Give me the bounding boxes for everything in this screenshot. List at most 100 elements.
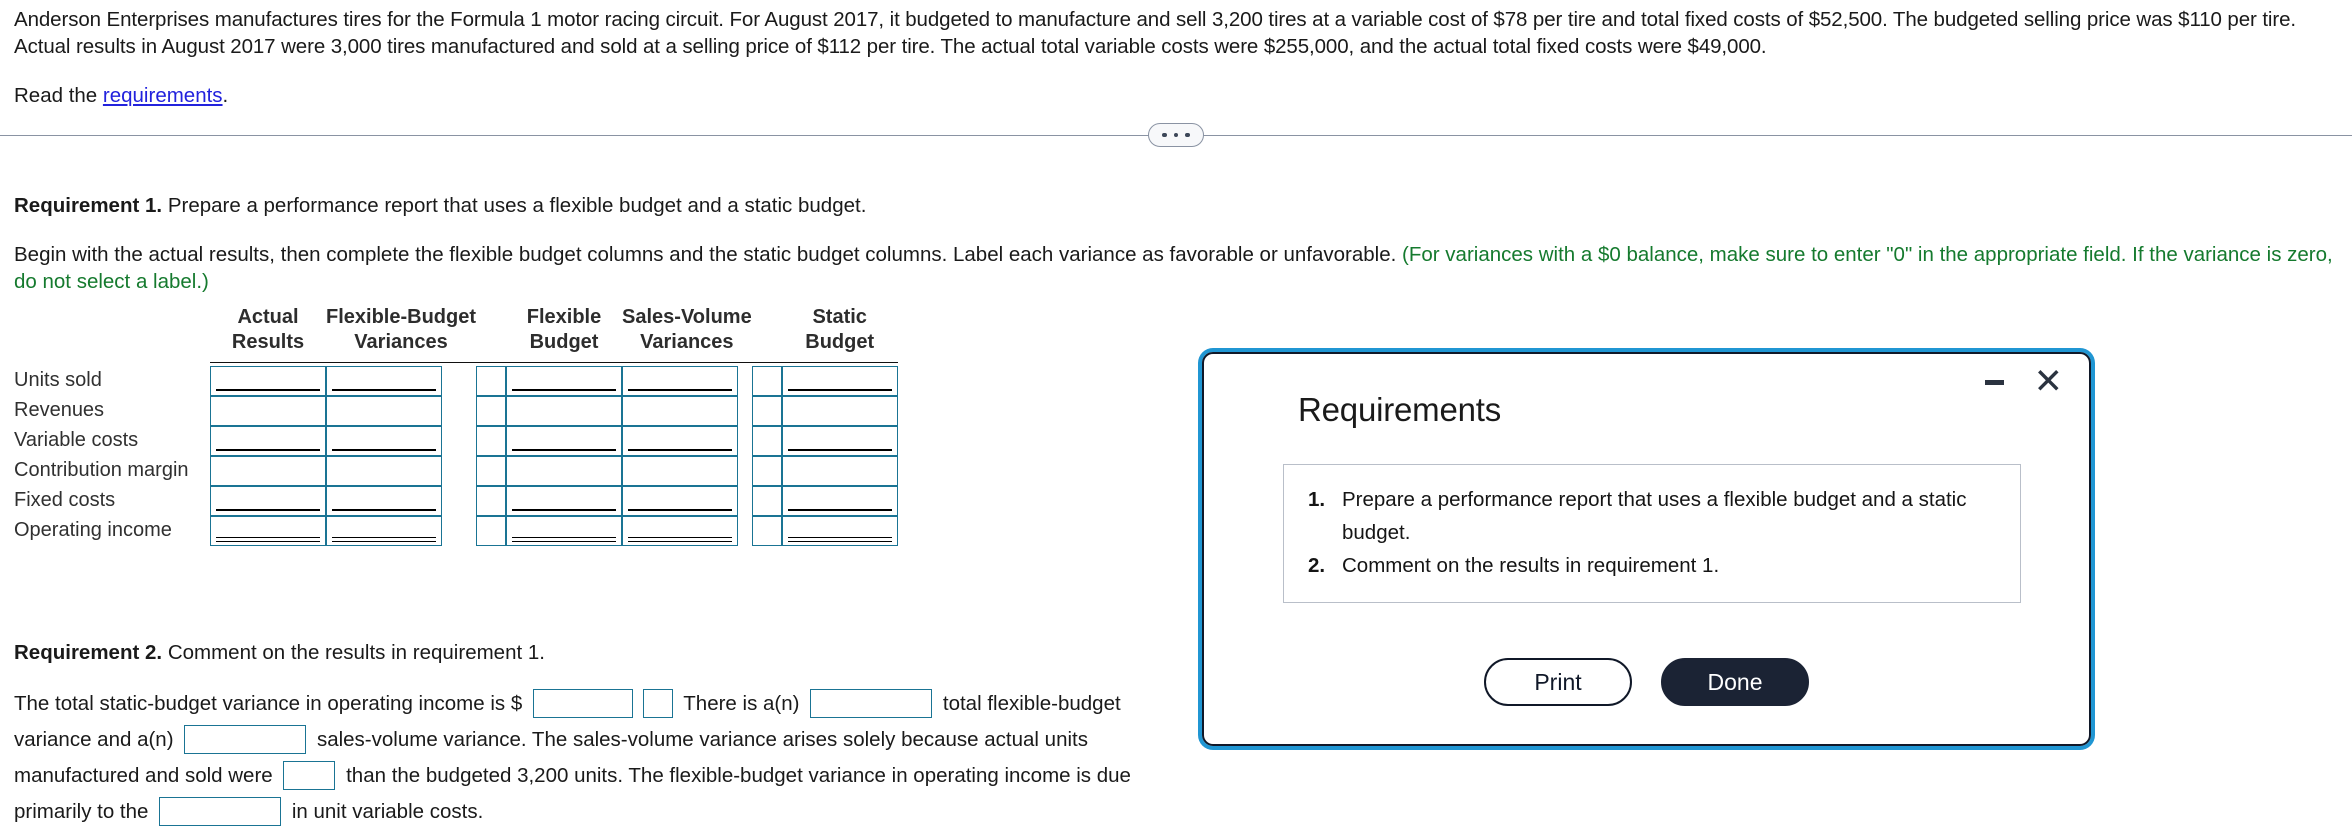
flexible-budget-input[interactable] [506, 485, 623, 516]
table-cell [210, 425, 326, 456]
flexible-budget-variance-labels-input[interactable] [476, 395, 507, 426]
static-budget-input[interactable] [781, 455, 898, 486]
sales-volume-variance-labels-input[interactable] [751, 455, 782, 486]
sales-volume-variance-type-input[interactable] [184, 725, 307, 755]
static-budget-input[interactable] [781, 395, 898, 426]
actual-results-input[interactable] [210, 485, 326, 516]
single-rule [216, 509, 320, 511]
header-flexbudgvar-line2: Variances [354, 331, 448, 353]
single-rule [332, 509, 436, 511]
header-spacer-2 [752, 305, 782, 330]
sales-volume-variance-labels-input[interactable] [751, 395, 782, 426]
sales-volume-variances-input[interactable] [622, 365, 739, 396]
read-suffix-text: . [222, 84, 229, 107]
header-row-2: Results Variances Budget Variances Budge… [14, 330, 898, 363]
sales-volume-variances-input[interactable] [622, 395, 739, 426]
row-label: Operating income [14, 519, 172, 541]
table-cell [751, 455, 782, 486]
header-corner-cell [14, 305, 210, 330]
flexible-budget-input[interactable] [506, 455, 623, 486]
performance-report-table: Actual Flexible-Budget Flexible Sales-Vo… [14, 305, 898, 546]
table-cell [781, 455, 898, 486]
flexible-budget-variances-input[interactable] [326, 425, 442, 456]
single-rule [332, 389, 436, 391]
flexible-budget-variances-input[interactable] [326, 515, 442, 546]
flexible-budget-variance-labels-input[interactable] [476, 515, 507, 546]
requirement-1-label: Requirement 1. [14, 194, 163, 217]
actual-results-input[interactable] [210, 395, 326, 426]
sales-volume-variance-labels-input[interactable] [751, 485, 782, 516]
single-rule [628, 389, 733, 391]
requirements-link[interactable]: requirements [103, 84, 223, 107]
table-cell [326, 395, 476, 426]
requirement-2-heading: Requirement 2. Comment on the results in… [14, 640, 1174, 666]
section-divider [0, 122, 2352, 148]
flexible-budget-variance-labels-input[interactable] [476, 485, 507, 516]
actual-results-input[interactable] [210, 365, 326, 396]
flexible-budget-input[interactable] [506, 365, 623, 396]
actual-results-input[interactable] [210, 515, 326, 546]
req2-segment-4: variance and a(n) [14, 728, 174, 751]
table-cell [622, 395, 752, 426]
static-budget-input[interactable] [781, 485, 898, 516]
req2-segment-8: primarily to the [14, 800, 149, 823]
table-cell [751, 515, 782, 546]
requirements-dialog: ✕ Requirements Prepare a performance rep… [1199, 349, 2094, 749]
flexible-budget-input[interactable] [506, 515, 623, 546]
static-budget-variance-label-input[interactable] [642, 689, 673, 719]
sales-volume-variances-input[interactable] [622, 455, 739, 486]
table-cell [326, 425, 476, 456]
header-salesvolvar-line2: Variances [640, 331, 734, 353]
table-cell [326, 455, 476, 486]
sales-volume-variance-labels-input[interactable] [751, 365, 782, 396]
dialog-title: Requirements [1298, 391, 1502, 428]
actual-results-input[interactable] [210, 425, 326, 456]
done-button[interactable]: Done [1661, 658, 1809, 706]
header-static-line1: Static [812, 306, 867, 328]
sales-volume-variances-input[interactable] [622, 515, 739, 546]
close-icon[interactable]: ✕ [2034, 364, 2063, 399]
flexible-budget-variances-input[interactable] [326, 395, 442, 426]
table-row: Revenues [14, 395, 898, 426]
table-row: Operating income [14, 515, 898, 546]
row-label: Variable costs [14, 429, 139, 451]
problem-statement-text: Anderson Enterprises manufactures tires … [14, 8, 2297, 58]
table-cell [326, 365, 476, 396]
flexible-budget-input[interactable] [506, 395, 623, 426]
sales-volume-variance-labels-input[interactable] [751, 515, 782, 546]
header-flexbudget-line1: Flexible [526, 306, 602, 328]
flexible-budget-input[interactable] [506, 425, 623, 456]
requirement-2-paragraph: The total static-budget variance in oper… [14, 686, 1174, 830]
minimize-icon[interactable] [1984, 379, 2004, 385]
static-budget-input[interactable] [781, 365, 898, 396]
sales-volume-variances-input[interactable] [622, 485, 739, 516]
flexible-budget-variances-input[interactable] [326, 455, 442, 486]
table-cell [622, 515, 752, 546]
ellipsis-icon[interactable] [1148, 123, 1204, 147]
flexible-budget-variance-labels-input[interactable] [476, 365, 507, 396]
header-flexbudget-line2: Budget [529, 331, 599, 353]
flexible-budget-variance-labels-input[interactable] [476, 425, 507, 456]
flexible-budget-variances-input[interactable] [326, 485, 442, 516]
table-row: Fixed costs [14, 485, 898, 516]
actual-results-input[interactable] [210, 455, 326, 486]
static-budget-variance-amount-input[interactable] [532, 689, 633, 719]
units-comparison-input[interactable] [283, 761, 336, 791]
sales-volume-variance-labels-input[interactable] [751, 425, 782, 456]
double-rule [216, 536, 320, 542]
flexible-budget-variances-input[interactable] [326, 365, 442, 396]
req2-segment-7: than the budgeted 3,200 units. The flexi… [346, 764, 1131, 787]
static-budget-input[interactable] [781, 515, 898, 546]
table-row: Variable costs [14, 425, 898, 456]
sales-volume-variances-input[interactable] [622, 425, 739, 456]
flexible-budget-variance-labels-input[interactable] [476, 455, 507, 486]
row-label: Units sold [14, 369, 102, 391]
variable-cost-change-input[interactable] [159, 797, 282, 827]
header-flexbudgvar-line1: Flexible-Budget [326, 306, 477, 328]
requirements-ordered-list: Prepare a performance report that uses a… [1304, 483, 2000, 582]
static-budget-input[interactable] [781, 425, 898, 456]
print-button[interactable]: Print [1484, 658, 1632, 706]
flexible-budget-variance-type-input[interactable] [810, 689, 933, 719]
table-row: Contribution margin [14, 455, 898, 486]
table-cell [506, 425, 623, 456]
